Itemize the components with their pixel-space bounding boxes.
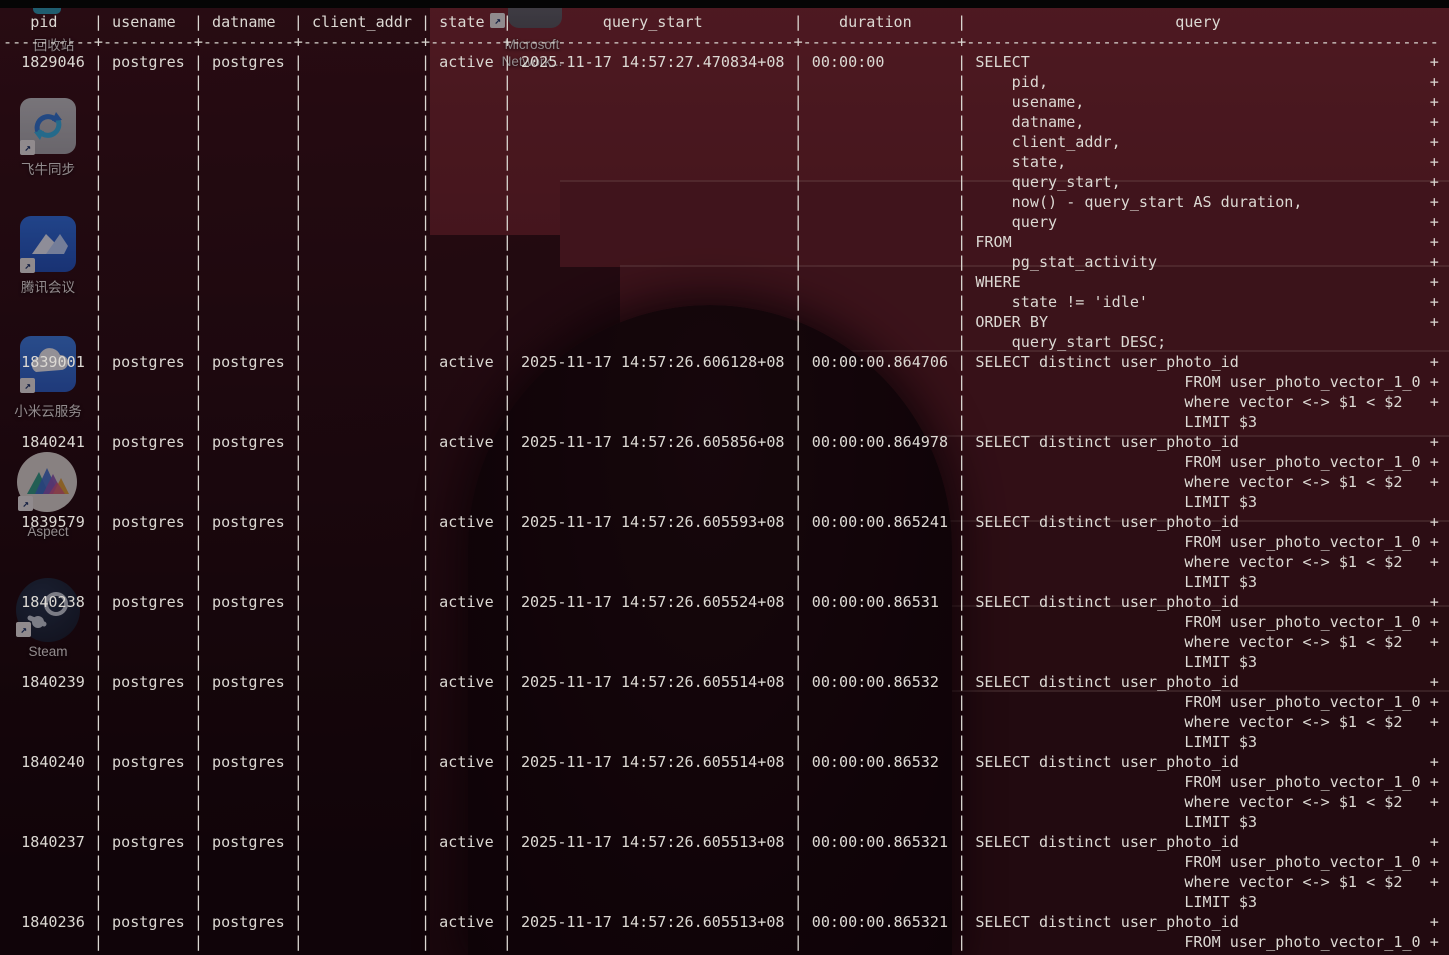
terminal-line: | | | | | | | where vector <-> $1 < $2 + xyxy=(3,793,1439,811)
terminal-line: 1840239 | postgres | postgres | | active… xyxy=(3,673,1439,691)
terminal-line: | | | | | | | usename, + xyxy=(3,93,1439,111)
terminal-line: | | | | | | | FROM user_photo_vector_1_0… xyxy=(3,933,1439,951)
terminal-line: | | | | | | | FROM user_photo_vector_1_0… xyxy=(3,853,1439,871)
terminal-line: | | | | | | | LIMIT $3 xyxy=(3,573,1430,591)
terminal-line: | | | | | | | where vector <-> $1 < $2 + xyxy=(3,393,1439,411)
terminal-line: | | | | | | | where vector <-> $1 < $2 + xyxy=(3,873,1439,891)
terminal-line: | | | | | | | state != 'idle' + xyxy=(3,293,1439,311)
terminal-line: 1829046 | postgres | postgres | | active… xyxy=(3,53,1439,71)
screen: 回收站 ↗ Microsoft Network... ↗ 飞牛同步 ↗ 腾讯会议… xyxy=(0,0,1449,955)
terminal-line: | | | | | | | where vector <-> $1 < $2 + xyxy=(3,713,1439,731)
terminal-line: | | | | | | | query_start, + xyxy=(3,173,1439,191)
terminal-line: | | | | | | | FROM user_photo_vector_1_0… xyxy=(3,453,1439,471)
terminal-line: | | | | | | | where vector <-> $1 < $2 + xyxy=(3,473,1439,491)
terminal-line: 1840241 | postgres | postgres | | active… xyxy=(3,433,1439,451)
terminal-line: 1840236 | postgres | postgres | | active… xyxy=(3,913,1439,931)
terminal-line: | | | | | | | FROM user_photo_vector_1_0… xyxy=(3,373,1439,391)
terminal-line: | | | | | | | LIMIT $3 xyxy=(3,653,1430,671)
terminal-line: pid | usename | datname | client_addr | … xyxy=(3,13,1430,31)
terminal-line: | | | | | | | LIMIT $3 xyxy=(3,493,1430,511)
terminal-line: | | | | | | | FROM user_photo_vector_1_0… xyxy=(3,773,1439,791)
terminal-line: | | | | | | | LIMIT $3 xyxy=(3,813,1430,831)
terminal-line: | | | | | | | state, + xyxy=(3,153,1439,171)
terminal-window[interactable]: pid | usename | datname | client_addr | … xyxy=(0,0,1449,955)
terminal-line: | | | | | | | LIMIT $3 xyxy=(3,893,1430,911)
terminal-line: | | | | | | | FROM + xyxy=(3,233,1439,251)
terminal-line: | | | | | | | LIMIT $3 xyxy=(3,413,1430,431)
terminal-line: | | | | | | | ORDER BY + xyxy=(3,313,1439,331)
top-edge-bar xyxy=(0,0,1449,8)
terminal-line: | | | | | | | query_start DESC; xyxy=(3,333,1430,351)
terminal-line: 1839579 | postgres | postgres | | active… xyxy=(3,513,1439,531)
terminal-line: | | | | | | | FROM user_photo_vector_1_0… xyxy=(3,613,1439,631)
terminal-line: 1840237 | postgres | postgres | | active… xyxy=(3,833,1439,851)
psql-output: pid | usename | datname | client_addr | … xyxy=(3,12,1449,955)
terminal-line: 1839001 | postgres | postgres | | active… xyxy=(3,353,1439,371)
terminal-line: | | | | | | | pg_stat_activity + xyxy=(3,253,1439,271)
terminal-line: ----------+----------+----------+-------… xyxy=(3,33,1439,51)
terminal-line: | | | | | | | datname, + xyxy=(3,113,1439,131)
terminal-line: | | | | | | | LIMIT $3 xyxy=(3,733,1430,751)
terminal-line: | | | | | | | now() - query_start AS dur… xyxy=(3,193,1439,211)
terminal-line: | | | | | | | FROM user_photo_vector_1_0… xyxy=(3,533,1439,551)
terminal-line: | | | | | | | pid, + xyxy=(3,73,1439,91)
terminal-line: | | | | | | | where vector <-> $1 < $2 + xyxy=(3,633,1439,651)
terminal-line: | | | | | | | query + xyxy=(3,213,1439,231)
terminal-line: | | | | | | | WHERE + xyxy=(3,273,1439,291)
terminal-line: | | | | | | | where vector <-> $1 < $2 + xyxy=(3,553,1439,571)
terminal-line: | | | | | | | FROM user_photo_vector_1_0… xyxy=(3,693,1439,711)
terminal-line: | | | | | | | client_addr, + xyxy=(3,133,1439,151)
terminal-line: 1840238 | postgres | postgres | | active… xyxy=(3,593,1439,611)
terminal-line: 1840240 | postgres | postgres | | active… xyxy=(3,753,1439,771)
